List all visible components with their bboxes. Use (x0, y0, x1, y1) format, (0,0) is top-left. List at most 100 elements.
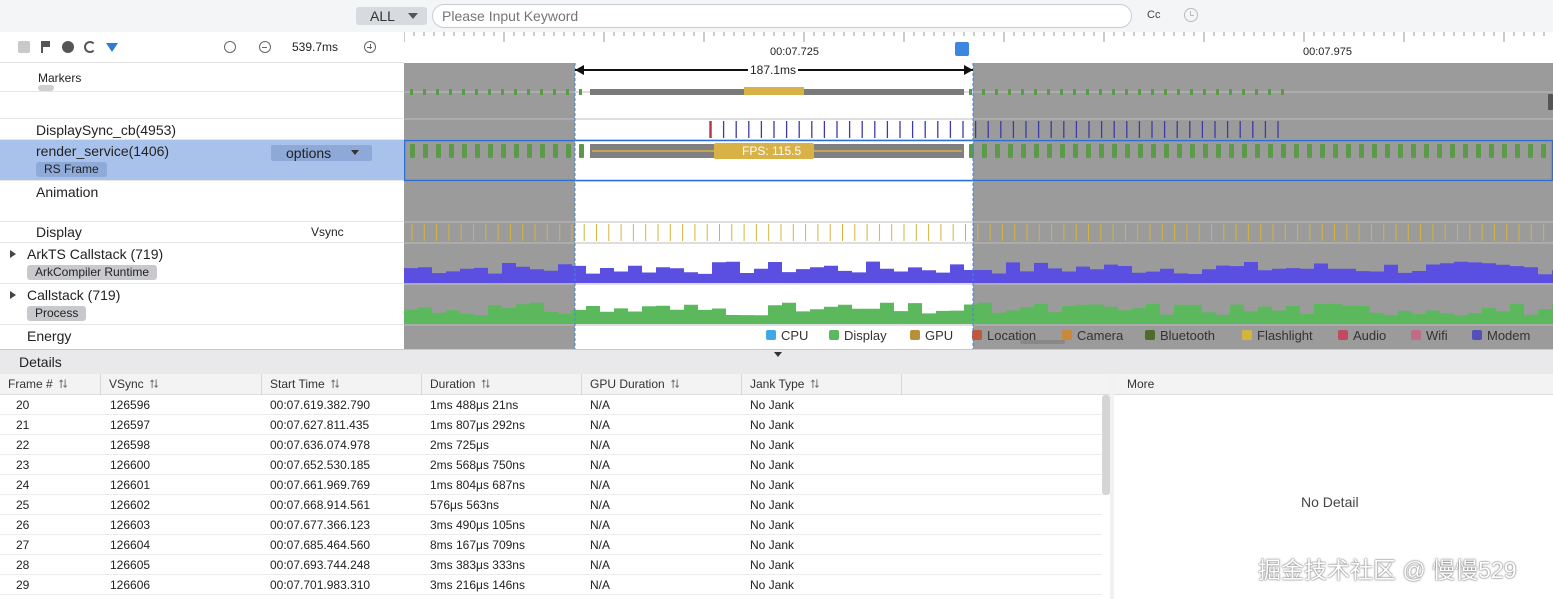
sync-icon[interactable] (84, 41, 96, 53)
frame-block (579, 144, 584, 158)
lane-display[interactable]: Display Vsync (0, 222, 404, 243)
legend-label: Flashlight (1257, 328, 1313, 343)
globe-icon[interactable] (62, 41, 74, 53)
scroll-thumb (1548, 94, 1553, 110)
marker-tick (1216, 89, 1219, 95)
frame-block (1229, 144, 1234, 158)
column-header[interactable]: Jank Type ⮁ (742, 374, 902, 395)
legend-swatch (766, 330, 776, 340)
timer-icon[interactable] (224, 41, 236, 53)
frame-block (1164, 144, 1169, 158)
expand-icon[interactable] (10, 291, 16, 299)
table-row[interactable]: 20 126596 00:07.619.382.790 1ms 488μs 21ns N… (0, 395, 1102, 415)
table-header: Frame # ⮁ VSync ⮁ Start Time ⮁ Duration ⮁ GP… (0, 374, 1110, 395)
frame-block (1177, 144, 1182, 158)
column-header[interactable]: Frame # ⮁ (0, 374, 101, 395)
frame-block (1151, 144, 1156, 158)
lane-render-service[interactable]: render_service(1406) RS Frame options (0, 140, 404, 181)
frame-block (1424, 144, 1429, 158)
legend-label: Display (844, 328, 887, 343)
table-cell: 24 (16, 478, 30, 492)
match-case-button[interactable]: Cc (1147, 9, 1160, 21)
table-cell: No Jank (750, 418, 795, 432)
table-row[interactable]: 22 126598 00:07.636.074.978 2ms 725μs N/A No … (0, 435, 1102, 455)
marker-tick (1203, 89, 1206, 95)
lane-energy[interactable]: Energy (0, 325, 404, 349)
horizontal-scrollbar[interactable] (1020, 340, 1065, 344)
table-cell: No Jank (750, 398, 795, 412)
legend-label: Camera (1077, 328, 1124, 343)
lane-displaysync[interactable]: DisplaySync_cb(4953) (0, 119, 404, 140)
table-row[interactable]: 24 126601 00:07.661.969.769 1ms 804μs 687ns… (0, 475, 1102, 495)
zoom-in-icon[interactable] (364, 41, 376, 53)
table-scrollbar[interactable] (1102, 395, 1110, 495)
frame-block (540, 144, 545, 158)
lane-callstack[interactable]: Callstack (719) Process (0, 284, 404, 325)
table-row[interactable]: 21 126597 00:07.627.811.435 1ms 807μs 292ns… (0, 415, 1102, 435)
frame-block (501, 144, 506, 158)
marker-tick (1034, 89, 1037, 95)
table-row[interactable]: 26 126603 00:07.677.366.123 3ms 490μs 105ns… (0, 515, 1102, 535)
column-header[interactable]: GPU Duration ⮁ (582, 374, 742, 395)
collapse-icon[interactable] (774, 352, 782, 357)
frame-block (1242, 144, 1247, 158)
marker-tick (462, 89, 465, 95)
table-cell: 21 (16, 418, 30, 432)
lane-title: Display (36, 224, 82, 240)
search-input[interactable] (432, 4, 1132, 28)
no-detail-text: No Detail (1301, 494, 1359, 510)
fps-label: FPS: 115.5 (742, 144, 801, 158)
table-cell: No Jank (750, 558, 795, 572)
sort-icon: ⮁ (480, 377, 490, 391)
table-cell: 3ms 383μs 333ns (430, 558, 525, 572)
marker-tick (540, 89, 543, 95)
table-row[interactable]: 29 126606 00:07.701.983.310 3ms 216μs 146ns… (0, 575, 1102, 595)
search-bar: ALL Cc (0, 0, 1553, 32)
track-canvas[interactable]: FPS: 115.5CPU Display GPU Location Camera Blu… (404, 63, 1553, 349)
frame-block (995, 144, 1000, 158)
table-cell: N/A (590, 438, 611, 452)
zoom-level: 539.7ms (292, 40, 339, 54)
frame-block (436, 144, 441, 158)
lane-animation[interactable]: Animation (0, 181, 404, 222)
table-cell: 22 (16, 438, 30, 452)
frame-block (1528, 144, 1533, 158)
search-type-select[interactable]: ALL (356, 7, 427, 25)
ruler-time-label: 00:07.975 (1303, 46, 1352, 58)
lane-title: ArkTS Callstack (719) (27, 246, 164, 262)
flag-icon[interactable] (40, 41, 52, 53)
column-header[interactable]: Start Time ⮁ (262, 374, 422, 395)
expand-icon[interactable] (10, 250, 16, 258)
table-row[interactable]: 23 126600 00:07.652.530.185 2ms 568μs 750ns… (0, 455, 1102, 475)
legend-swatch (1472, 330, 1482, 340)
legend-swatch (1242, 330, 1252, 340)
frame-block (566, 144, 571, 158)
marker-tick (553, 89, 556, 95)
table-row[interactable]: 25 126602 00:07.668.914.561 576μs 563ns N/A N… (0, 495, 1102, 515)
marker-tick (969, 89, 972, 95)
column-header[interactable]: Duration ⮁ (422, 374, 582, 395)
frame-block (1489, 144, 1494, 158)
lane-markers[interactable]: Markers (0, 63, 404, 92)
time-ruler[interactable]: 00:07.725 00:07.975 (404, 32, 1553, 63)
details-header: Details (0, 349, 1553, 374)
table-row[interactable]: 27 126604 00:07.685.464.560 8ms 167μs 709ns… (0, 535, 1102, 555)
legend-label: Audio (1353, 328, 1386, 343)
lane-arkts-callstack[interactable]: ArkTS Callstack (719) ArkCompiler Runtim… (0, 243, 404, 284)
range-duration: 187.1ms (748, 63, 799, 77)
marker-tick (982, 89, 985, 95)
marker-tick (423, 89, 426, 95)
column-header[interactable]: VSync ⮁ (101, 374, 262, 395)
square-icon[interactable] (18, 41, 30, 53)
options-dropdown[interactable]: options (271, 145, 372, 161)
history-icon[interactable] (1184, 8, 1198, 22)
more-header: More (1114, 374, 1553, 395)
frame-block (1333, 144, 1338, 158)
zoom-out-icon[interactable] (259, 41, 271, 53)
table-row[interactable]: 28 126605 00:07.693.744.248 3ms 383μs 333ns… (0, 555, 1102, 575)
bookmark-icon[interactable] (955, 42, 969, 56)
marker-tick (1047, 89, 1050, 95)
filter-icon[interactable] (106, 43, 118, 52)
frame-block (1411, 144, 1416, 158)
table-cell: No Jank (750, 538, 795, 552)
